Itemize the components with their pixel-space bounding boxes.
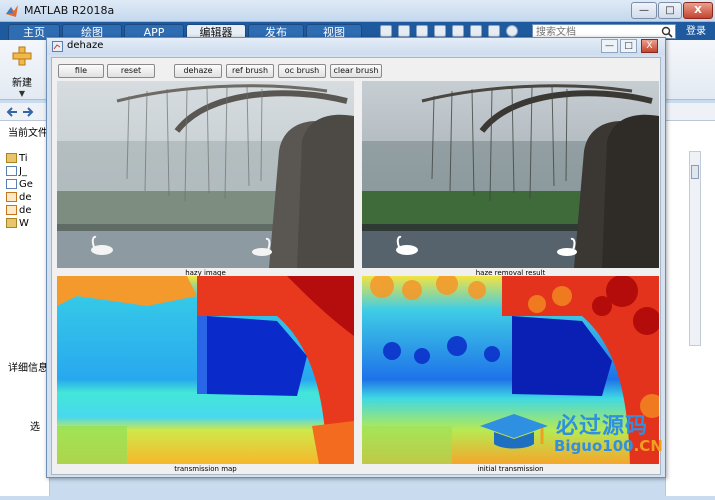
file-row[interactable]: W bbox=[6, 218, 50, 230]
oc-brush-button[interactable]: oc brush bbox=[278, 64, 326, 78]
transmission-map-caption: transmission map bbox=[174, 465, 237, 473]
figure-icon bbox=[52, 41, 63, 52]
watermark-title: 必过源码 bbox=[556, 414, 649, 439]
dehazed-image-panel[interactable] bbox=[362, 81, 659, 268]
app-title: MATLAB R2018a bbox=[24, 4, 115, 17]
m-file-icon bbox=[6, 192, 17, 202]
file-row[interactable]: de bbox=[6, 192, 50, 204]
cut-icon[interactable] bbox=[398, 25, 410, 37]
new-button[interactable]: 新建 ▼ bbox=[4, 44, 40, 98]
file-row[interactable]: J_ bbox=[6, 166, 50, 178]
watermark-url-main: Biguo100 bbox=[554, 437, 634, 455]
hazy-image bbox=[57, 81, 354, 268]
quick-access-toolbar bbox=[378, 24, 528, 38]
new-label: 新建 bbox=[12, 78, 32, 89]
title-bar: MATLAB R2018a — □ X bbox=[0, 0, 715, 22]
file-name: W bbox=[19, 218, 29, 229]
initial-transmission-caption: initial transmission bbox=[477, 465, 544, 473]
hazy-image-panel[interactable] bbox=[57, 81, 354, 268]
folder-icon bbox=[6, 218, 17, 228]
figure-minimize-button[interactable]: — bbox=[601, 39, 618, 53]
scroll-thumb[interactable] bbox=[691, 165, 699, 179]
current-folder-panel: 当前文件夹 Ti J_ Ge de de W 详细信息 选 bbox=[0, 121, 58, 496]
watermark-url: Biguo100.CN bbox=[554, 437, 663, 455]
help-icon[interactable] bbox=[506, 25, 518, 37]
file-row[interactable]: de bbox=[6, 205, 50, 217]
vertical-scrollbar[interactable] bbox=[689, 151, 701, 346]
paste-icon[interactable] bbox=[434, 25, 446, 37]
folder-icon bbox=[6, 153, 17, 163]
figure-title: dehaze bbox=[67, 40, 104, 51]
file-name: Ti bbox=[19, 153, 28, 164]
file-name: de bbox=[19, 205, 32, 216]
dehaze-button[interactable]: dehaze bbox=[174, 64, 222, 78]
figure-title-bar: dehaze — □ X bbox=[47, 38, 665, 55]
back-arrow-icon[interactable] bbox=[6, 106, 18, 118]
redo-icon[interactable] bbox=[470, 25, 482, 37]
watermark-url-suffix: .CN bbox=[633, 437, 663, 455]
chevron-down-icon: ▼ bbox=[18, 89, 26, 98]
dehazed-image bbox=[362, 81, 659, 268]
file-button[interactable]: file bbox=[58, 64, 104, 78]
figure-maximize-button[interactable]: □ bbox=[620, 39, 637, 53]
file-row[interactable]: Ge bbox=[6, 179, 50, 191]
login-link[interactable]: 登录 bbox=[680, 24, 712, 39]
close-button[interactable]: X bbox=[683, 2, 713, 19]
save-icon[interactable] bbox=[380, 25, 392, 37]
transmission-map-image bbox=[57, 276, 354, 464]
file-row[interactable]: Ti bbox=[6, 153, 50, 165]
file-name: Ge bbox=[19, 179, 33, 190]
undo-icon[interactable] bbox=[452, 25, 464, 37]
m-file-icon bbox=[6, 205, 17, 215]
graduation-cap-icon bbox=[480, 414, 548, 449]
watermark: 必过源码 Biguo100.CN bbox=[476, 408, 681, 458]
file-name: de bbox=[19, 192, 32, 203]
file-icon bbox=[6, 166, 17, 176]
new-plus-icon bbox=[12, 46, 32, 66]
details-hint: 选 bbox=[30, 422, 40, 433]
file-name: J_ bbox=[19, 166, 27, 177]
switch-windows-icon[interactable] bbox=[488, 25, 500, 37]
transmission-map-panel[interactable] bbox=[57, 276, 354, 464]
copy-icon[interactable] bbox=[416, 25, 428, 37]
ref-brush-button[interactable]: ref brush bbox=[226, 64, 274, 78]
reset-button[interactable]: reset bbox=[107, 64, 155, 78]
details-title: 详细信息 bbox=[8, 363, 48, 374]
minimize-button[interactable]: — bbox=[631, 2, 657, 19]
matlab-logo-icon bbox=[6, 5, 18, 17]
file-icon bbox=[6, 179, 17, 189]
clear-brush-button[interactable]: clear brush bbox=[330, 64, 382, 78]
maximize-button[interactable]: □ bbox=[658, 2, 682, 19]
forward-arrow-icon[interactable] bbox=[22, 106, 34, 118]
figure-close-button[interactable]: X bbox=[641, 39, 658, 53]
